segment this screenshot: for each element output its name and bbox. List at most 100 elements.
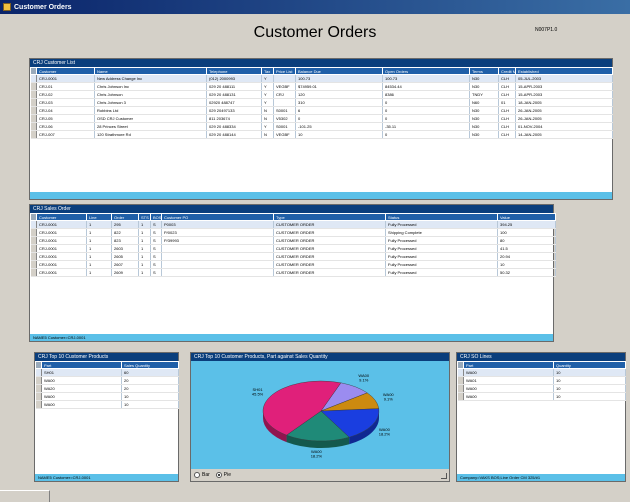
table-cell[interactable]: 26-JAN-2005 <box>515 106 613 115</box>
table-cell[interactable]: N30 <box>469 114 499 123</box>
column-header[interactable]: Quantity <box>553 361 626 369</box>
table-cell[interactable]: N60 <box>469 98 499 107</box>
table-cell[interactable]: 2609 <box>111 268 139 277</box>
table-cell[interactable]: Y <box>261 82 274 91</box>
table-cell[interactable]: 0 <box>382 106 470 115</box>
table-cell[interactable]: 1 <box>86 228 112 237</box>
table-cell[interactable]: Fully Processed <box>385 252 498 261</box>
table-cell[interactable]: WA00 <box>41 400 122 409</box>
table-row[interactable]: WA00 10 <box>457 384 626 393</box>
table-row[interactable]: WA00 10 <box>35 400 179 409</box>
table-cell[interactable]: S <box>150 228 162 237</box>
table-cell[interactable]: 28 Princes Street <box>94 122 207 131</box>
table-cell[interactable]: S0001 <box>273 106 296 115</box>
table-cell[interactable]: 15-APR-2003 <box>515 82 613 91</box>
column-header[interactable]: Name <box>94 67 207 75</box>
table-cell[interactable]: WA00 <box>463 392 554 401</box>
table-cell[interactable]: TNDY <box>469 90 499 99</box>
column-header[interactable]: Tax <box>261 67 274 75</box>
table-cell[interactable]: WA20 <box>41 384 122 393</box>
table-cell[interactable]: CRJ-0001 <box>36 268 87 277</box>
column-header[interactable]: Credit Me <box>498 67 516 75</box>
table-cell[interactable] <box>161 252 274 261</box>
table-cell[interactable]: 295 <box>111 220 139 229</box>
table-cell[interactable]: 1 <box>86 252 112 261</box>
table-cell[interactable] <box>161 268 274 277</box>
table-cell[interactable]: 029 20 488334 <box>206 122 262 131</box>
table-row[interactable]: WA00 10 <box>35 392 179 401</box>
table-row[interactable]: CRJ-02 Chris Johnson 029 20 488131 Y CRJ 120 8… <box>30 90 613 99</box>
table-cell[interactable]: N30 <box>469 122 499 131</box>
column-header[interactable]: Customer PO <box>161 213 274 221</box>
table-cell[interactable]: S <box>150 252 162 261</box>
table-cell[interactable]: 1 <box>138 228 151 237</box>
table-row[interactable]: CRJ-04 Robbins Ltd 029 20497133 N S0001 6 0 N30… <box>30 106 613 115</box>
table-cell[interactable]: 2607 <box>111 260 139 269</box>
table-cell[interactable]: 822 <box>111 228 139 237</box>
table-cell[interactable]: S <box>150 236 162 245</box>
table-cell[interactable]: Fully Processed <box>385 244 498 253</box>
table-cell[interactable]: Y <box>261 74 274 83</box>
column-header[interactable]: Line <box>86 213 112 221</box>
table-cell[interactable]: Chris Johnson Inc <box>94 82 207 91</box>
table-cell[interactable]: N <box>261 114 274 123</box>
table-cell[interactable]: VEGBF <box>273 130 296 139</box>
table-cell[interactable]: 8386 <box>382 90 470 99</box>
table-cell[interactable]: 0 <box>382 114 470 123</box>
table-row[interactable]: CRJ-0001 1 295 1 S P0003 CUSTOMER ORDER Fully P… <box>30 220 556 229</box>
column-header[interactable]: Status <box>385 213 498 221</box>
table-cell[interactable]: 20 <box>121 376 179 385</box>
column-header[interactable]: Customer <box>36 67 95 75</box>
table-cell[interactable]: 60 <box>121 368 179 377</box>
table-cell[interactable]: CRJ-0001 <box>36 236 87 245</box>
table-cell[interactable]: 1 <box>86 236 112 245</box>
table-row[interactable]: CRJ-0001 1 2603 1 S CUSTOMER ORDER Fully Proce… <box>30 244 556 253</box>
table-cell[interactable]: N30 <box>469 106 499 115</box>
table-cell[interactable]: 80 <box>497 236 556 245</box>
table-row[interactable]: CRJ-007 120 Strathmore Rd 029 20 488144 N VE… <box>30 130 613 139</box>
table-cell[interactable]: S0001 <box>273 122 296 131</box>
table-cell[interactable]: 1 <box>138 220 151 229</box>
table-cell[interactable]: N <box>261 130 274 139</box>
table-cell[interactable]: 1 <box>138 252 151 261</box>
table-cell[interactable]: 10 <box>553 392 626 401</box>
table-cell[interactable]: SH01 <box>41 368 122 377</box>
table-cell[interactable]: CUSTOMER ORDER <box>273 228 386 237</box>
table-cell[interactable]: Y <box>261 122 274 131</box>
table-cell[interactable]: 10 <box>553 368 626 377</box>
column-header[interactable]: Type <box>273 213 386 221</box>
table-cell[interactable]: 18-JAN-2005 <box>515 98 613 107</box>
table-cell[interactable]: 6 <box>295 106 383 115</box>
table-cell[interactable]: 10 <box>121 400 179 409</box>
table-cell[interactable]: Robbins Ltd <box>94 106 207 115</box>
table-cell[interactable]: 10 <box>295 130 383 139</box>
table-cell[interactable]: CUSTOMER ORDER <box>273 244 386 253</box>
table-cell[interactable]: CUSTOMER ORDER <box>273 268 386 277</box>
table-cell[interactable]: CUSTOMER ORDER <box>273 260 386 269</box>
table-row[interactable]: CRJ-01 Chris Johnson Inc 029 20 488111 Y VEG… <box>30 82 613 91</box>
table-cell[interactable]: WA01 <box>463 376 554 385</box>
table-row[interactable]: CRJ-0001 1 2605 1 S CUSTOMER ORDER Fully Proce… <box>30 252 556 261</box>
table-cell[interactable]: N30 <box>469 82 499 91</box>
table-cell[interactable]: 10 <box>553 384 626 393</box>
table-cell[interactable]: 10 <box>121 392 179 401</box>
column-header[interactable]: Telephone <box>206 67 262 75</box>
table-cell[interactable]: 811 203674 <box>206 114 262 123</box>
table-cell[interactable]: 1 <box>138 260 151 269</box>
table-cell[interactable]: 15-APR-2003 <box>515 90 613 99</box>
table-cell[interactable]: 0 <box>295 114 383 123</box>
table-cell[interactable]: 1 <box>86 220 112 229</box>
table-cell[interactable]: 20 <box>121 384 179 393</box>
table-cell[interactable]: 05-JUL-2003 <box>515 74 613 83</box>
table-row[interactable]: SH01 60 <box>35 368 179 377</box>
table-cell[interactable]: 0 <box>382 130 470 139</box>
table-cell[interactable]: 029 20 488111 <box>206 82 262 91</box>
table-cell[interactable]: Fully Processed <box>385 220 498 229</box>
table-cell[interactable]: -101.25 <box>295 122 383 131</box>
table-cell[interactable]: N <box>261 106 274 115</box>
table-cell[interactable]: New Address Change Inc <box>94 74 207 83</box>
table-cell[interactable]: 10 <box>553 376 626 385</box>
table-cell[interactable]: 01-NOV-2004 <box>515 122 613 131</box>
table-cell[interactable]: CRJ-05 <box>36 114 95 123</box>
table-cell[interactable]: N30 <box>469 74 499 83</box>
